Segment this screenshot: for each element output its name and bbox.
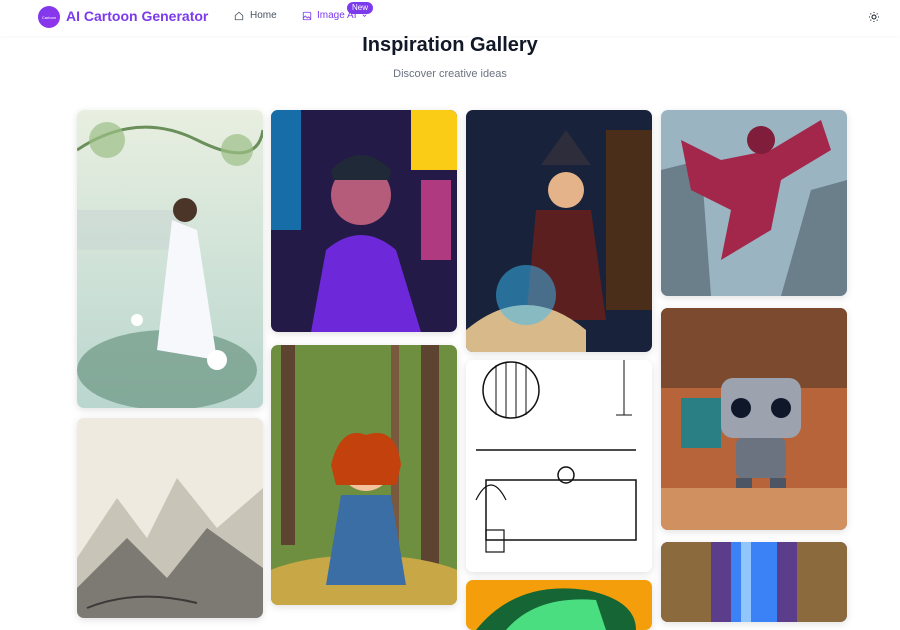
gallery-image-card[interactable] [271, 110, 457, 332]
line-art-cafe-image [466, 360, 652, 572]
gallery-image-card[interactable] [77, 110, 263, 408]
neon-city-man-image [271, 110, 457, 332]
image-icon [302, 11, 312, 20]
logo-icon[interactable]: Cartoon [38, 6, 60, 28]
gallery-image-card[interactable] [271, 345, 457, 605]
brand-name[interactable]: AI Cartoon Generator [66, 8, 208, 24]
colorful-abstract-image [466, 580, 652, 630]
nav-home-label: Home [250, 10, 277, 21]
girl-in-forest-image [271, 345, 457, 605]
flying-superhero-image [661, 110, 847, 296]
gallery-title: Inspiration Gallery [362, 34, 538, 56]
gallery-image-card[interactable] [77, 418, 263, 618]
gallery-image-card[interactable] [661, 110, 847, 296]
theme-toggle-button[interactable] [867, 10, 881, 24]
watercolor-girl-lotus-image [77, 110, 263, 408]
gallery-image-card[interactable] [466, 360, 652, 572]
nav-home[interactable]: Home [234, 10, 277, 21]
gallery-subtitle: Discover creative ideas [393, 68, 507, 80]
new-badge: New [347, 2, 374, 14]
logo-text: Cartoon [41, 14, 57, 20]
gallery-image-card[interactable] [466, 110, 652, 352]
home-icon [234, 11, 244, 20]
pixel-waterfall-image [661, 542, 847, 622]
top-nav-bar: Cartoon AI Cartoon Generator Home Image … [0, 0, 900, 36]
gallery-image-card[interactable] [466, 580, 652, 630]
wizard-magic-book-image [466, 110, 652, 352]
robot-toy-image [661, 308, 847, 530]
ink-mountain-landscape-image [77, 418, 263, 618]
gallery-image-card[interactable] [661, 308, 847, 530]
gallery-image-card[interactable] [661, 542, 847, 622]
sun-icon [869, 12, 879, 22]
